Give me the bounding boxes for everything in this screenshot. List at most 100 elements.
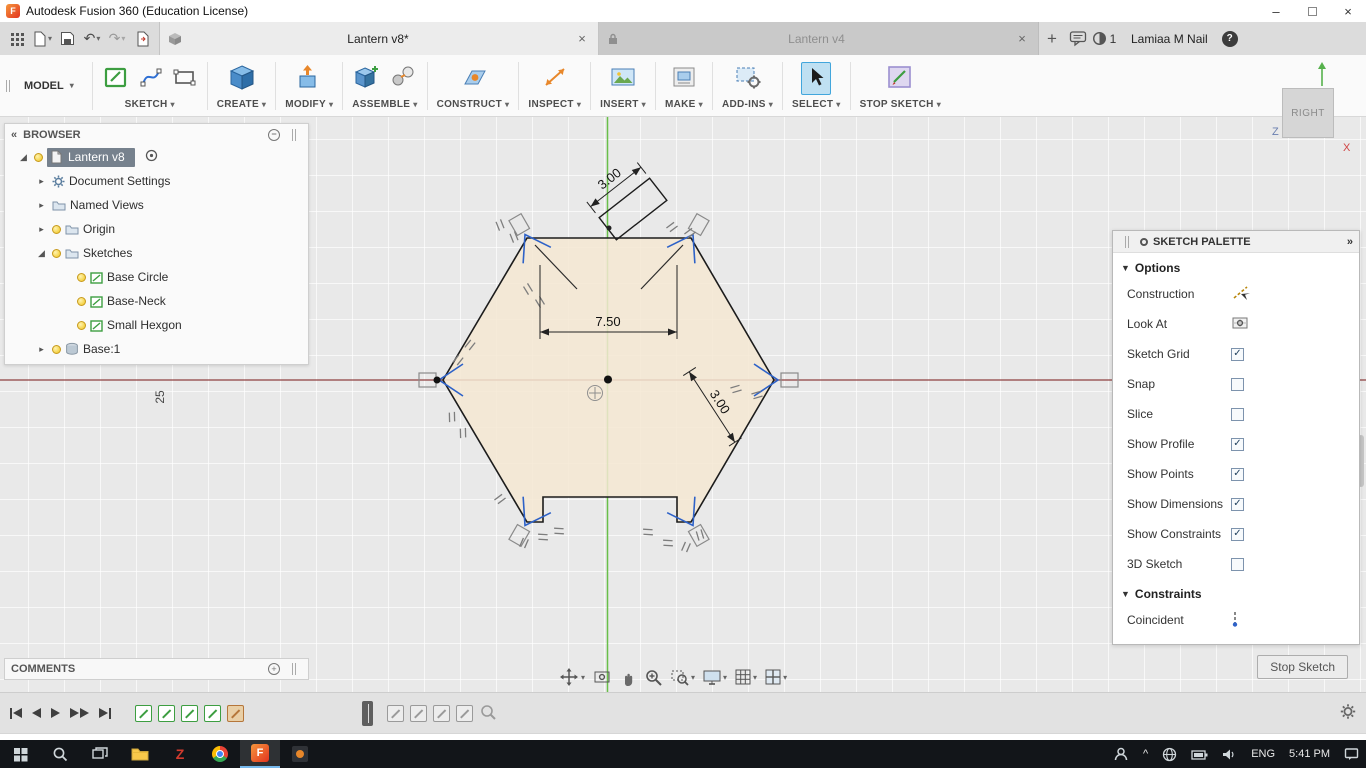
timeline-sketch-feature-icon[interactable] xyxy=(204,704,221,722)
palette-row-coincident[interactable]: Coincident xyxy=(1113,605,1359,635)
start-button[interactable] xyxy=(0,740,40,768)
grid-settings-icon[interactable]: ▾ xyxy=(732,666,759,688)
timeline-playhead[interactable] xyxy=(362,700,373,726)
viewports-icon[interactable]: ▾ xyxy=(762,666,789,688)
maximize-button[interactable] xyxy=(1294,0,1330,22)
timeline-suppressed-feature-icon[interactable] xyxy=(410,704,427,722)
taskbar-search-icon[interactable] xyxy=(40,740,80,768)
dimension-left[interactable]: 25 xyxy=(153,390,167,404)
new-component-icon[interactable] xyxy=(353,63,381,94)
timeline-search-feature-icon[interactable] xyxy=(479,703,497,724)
options-section-header[interactable]: ▼ Options xyxy=(1113,253,1359,279)
browser-item-root[interactable]: ◢ Lantern v8 xyxy=(5,145,308,169)
view-cube-face[interactable]: RIGHT xyxy=(1282,88,1334,138)
panel-grip[interactable] xyxy=(1125,235,1129,248)
palette-row-sketch-grid[interactable]: Sketch Grid xyxy=(1113,339,1359,369)
network-icon[interactable] xyxy=(1155,740,1184,768)
3d-sketch-checkbox[interactable] xyxy=(1231,557,1244,571)
timeline-suppressed-feature-icon[interactable] xyxy=(456,704,473,722)
battery-icon[interactable] xyxy=(1184,740,1215,768)
app-icon[interactable] xyxy=(280,740,320,768)
help-icon[interactable]: ? xyxy=(1221,30,1238,47)
save-icon[interactable] xyxy=(56,26,78,52)
browser-item-base-body[interactable]: ▸ Base:1 xyxy=(5,337,308,361)
zotero-app-icon[interactable]: Z xyxy=(160,740,200,768)
neck-rectangle[interactable]: 3.00 xyxy=(579,153,668,241)
activate-target-icon[interactable] xyxy=(145,149,158,165)
press-pull-icon[interactable] xyxy=(295,63,323,94)
visibility-bulb-icon[interactable] xyxy=(52,224,61,234)
stop-sketch-icon[interactable] xyxy=(886,64,914,93)
browser-item-small-hexgon[interactable]: Small Hexgon xyxy=(5,313,308,337)
browser-item-origin[interactable]: ▸ Origin xyxy=(5,217,308,241)
collapse-all-icon[interactable]: − xyxy=(268,128,280,141)
timeline-suppressed-feature-icon[interactable] xyxy=(433,704,450,722)
palette-row-construction[interactable]: Construction xyxy=(1113,279,1359,309)
zoom-icon[interactable] xyxy=(642,666,665,689)
construction-line-icon[interactable] xyxy=(1231,284,1251,305)
spline-tool-icon[interactable] xyxy=(139,64,163,93)
stop-sketch-button[interactable]: Stop Sketch xyxy=(1257,655,1348,679)
timeline-sketch-feature-icon[interactable] xyxy=(181,704,198,722)
chrome-icon[interactable] xyxy=(200,740,240,768)
comments-icon[interactable] xyxy=(1065,22,1091,55)
action-center-icon[interactable] xyxy=(1337,740,1366,768)
palette-row-3d-sketch[interactable]: 3D Sketch xyxy=(1113,549,1359,579)
step-back-icon[interactable] xyxy=(32,708,41,718)
document-tab-inactive[interactable]: Lantern v4 × xyxy=(599,22,1039,55)
slice-checkbox[interactable] xyxy=(1231,407,1244,421)
create-sketch-icon[interactable] xyxy=(102,63,130,94)
browser-item-sketches[interactable]: ◢ Sketches xyxy=(5,241,308,265)
look-at-icon[interactable] xyxy=(590,666,614,688)
create-form-icon[interactable] xyxy=(228,63,256,94)
visibility-bulb-icon[interactable] xyxy=(52,344,61,354)
constraints-section-header[interactable]: ▼ Constraints xyxy=(1113,579,1359,605)
orbit-icon[interactable]: ▾ xyxy=(556,665,587,689)
browser-item-document-settings[interactable]: ▸ Document Settings xyxy=(5,169,308,193)
dimension-neck[interactable]: 3.00 xyxy=(595,165,624,192)
zoom-window-icon[interactable]: ▾ xyxy=(668,666,697,689)
clock[interactable]: 5:41 PM xyxy=(1282,740,1337,768)
sketch-point[interactable] xyxy=(606,225,612,231)
show-points-checkbox[interactable] xyxy=(1231,467,1244,481)
expand-arrow-icon[interactable]: ▸ xyxy=(35,224,48,235)
redo-icon[interactable]: ↷ ▾ xyxy=(106,26,128,52)
skip-to-end-icon[interactable] xyxy=(99,707,111,719)
move-gizmo-icon[interactable] xyxy=(587,385,603,401)
people-icon[interactable] xyxy=(1106,740,1136,768)
fusion-taskbar-icon[interactable]: F xyxy=(240,740,280,768)
show-profile-checkbox[interactable] xyxy=(1231,437,1244,451)
palette-row-look-at[interactable]: Look At xyxy=(1113,309,1359,339)
sketch-point[interactable] xyxy=(433,376,441,384)
pan-hand-icon[interactable] xyxy=(617,666,639,688)
palette-row-show-constraints[interactable]: Show Constraints xyxy=(1113,519,1359,549)
language-indicator[interactable]: ENG xyxy=(1244,740,1282,768)
show-hidden-icons-chevron[interactable]: ^ xyxy=(1136,740,1155,768)
volume-icon[interactable] xyxy=(1215,740,1244,768)
visibility-bulb-icon[interactable] xyxy=(77,296,86,306)
palette-row-snap[interactable]: Snap xyxy=(1113,369,1359,399)
workspace-selector[interactable]: MODEL ▾ xyxy=(16,55,92,116)
sketch-grid-checkbox[interactable] xyxy=(1231,347,1244,361)
expand-arrow-icon[interactable]: ◢ xyxy=(17,152,30,163)
palette-row-show-profile[interactable]: Show Profile xyxy=(1113,429,1359,459)
visibility-bulb-icon[interactable] xyxy=(52,248,61,258)
rectangle-tool-icon[interactable] xyxy=(172,65,198,92)
play-icon[interactable] xyxy=(51,708,60,718)
canvas-viewport[interactable]: 3.00 7.50 3.00 25 « BROWSER − ◢ Lantern … xyxy=(0,117,1366,692)
visibility-bulb-icon[interactable] xyxy=(77,320,86,330)
show-constraints-checkbox[interactable] xyxy=(1231,527,1244,541)
task-view-icon[interactable] xyxy=(80,740,120,768)
construction-plane-icon[interactable] xyxy=(459,64,487,93)
step-forward-icon[interactable] xyxy=(70,708,89,718)
dimension-width[interactable]: 7.50 xyxy=(595,314,620,329)
expand-arrow-icon[interactable]: ◢ xyxy=(35,248,48,259)
insert-image-icon[interactable] xyxy=(609,65,637,92)
browser-item-base-circle[interactable]: Base Circle xyxy=(5,265,308,289)
file-menu-icon[interactable]: ▾ xyxy=(31,26,53,52)
origin-point[interactable] xyxy=(604,375,612,384)
collapse-panel-icon[interactable]: « xyxy=(11,129,17,141)
timeline-sketch-feature-icon[interactable] xyxy=(135,704,152,722)
expand-arrow-icon[interactable]: ▸ xyxy=(35,176,48,187)
timeline-extrude-feature-icon[interactable] xyxy=(227,704,244,722)
